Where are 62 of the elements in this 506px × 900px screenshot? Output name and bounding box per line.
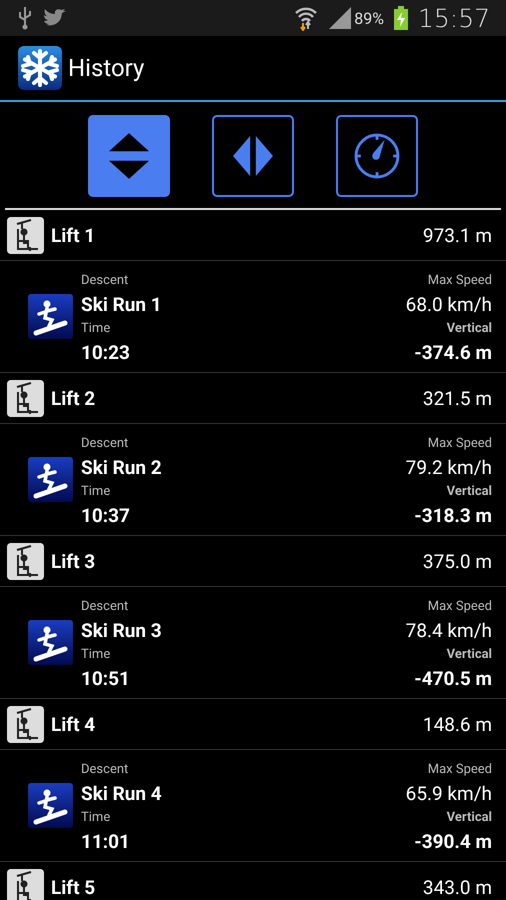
chairlift-icon xyxy=(7,216,44,254)
battery-icon xyxy=(394,6,408,30)
max-speed-label: Max Speed xyxy=(428,272,492,290)
signal-icon xyxy=(328,6,352,30)
time-label: Time xyxy=(81,808,112,826)
battery-percent: 89% xyxy=(354,8,384,28)
usb-icon xyxy=(18,6,32,30)
max-speed-value: 78.4 km/h xyxy=(406,618,492,642)
lift-distance: 321.5 m xyxy=(422,386,492,410)
vertical-label: Vertical xyxy=(446,646,492,664)
view-mode-button[interactable] xyxy=(88,115,170,197)
snowboarder-icon xyxy=(28,457,73,502)
lift-name: Lift 2 xyxy=(51,386,96,410)
lift-distance: 973.1 m xyxy=(422,224,492,246)
descent-label: Descent xyxy=(81,760,130,778)
snowboarder-icon xyxy=(28,294,73,339)
chairlift-icon xyxy=(7,542,44,580)
view-mode-button[interactable] xyxy=(336,115,418,197)
lift-distance: 148.6 m xyxy=(422,712,492,736)
descent-label: Descent xyxy=(81,598,130,616)
lift-distance: 375.0 m xyxy=(422,550,492,572)
run-time: 10:51 xyxy=(81,666,131,690)
chairlift-icon xyxy=(7,380,44,416)
max-speed-label: Max Speed xyxy=(428,434,492,452)
run-name: Ski Run 3 xyxy=(81,618,162,642)
chairlift-icon xyxy=(7,706,44,742)
run-name: Ski Run 4 xyxy=(81,782,162,806)
max-speed-label: Max Speed xyxy=(428,598,492,616)
vertical-value: -470.5 m xyxy=(414,666,492,690)
snowboarder-icon xyxy=(28,620,73,665)
max-speed-value: 68.0 km/h xyxy=(406,292,492,316)
snowflake-icon xyxy=(18,46,62,90)
descent-label: Descent xyxy=(81,434,130,452)
vertical-label: Vertical xyxy=(446,808,492,826)
lift-name: Lift 5 xyxy=(51,876,96,898)
time-label: Time xyxy=(81,320,112,338)
vertical-value: -374.6 m xyxy=(414,340,492,364)
max-speed-value: 79.2 km/h xyxy=(406,456,492,480)
vertical-label: Vertical xyxy=(446,320,492,338)
lift-name: Lift 1 xyxy=(51,224,96,246)
snowboarder-icon xyxy=(28,783,73,828)
vertical-value: -390.4 m xyxy=(414,830,492,854)
vertical-label: Vertical xyxy=(446,482,492,500)
lift-name: Lift 4 xyxy=(51,712,96,736)
time-label: Time xyxy=(81,646,112,664)
chairlift-icon xyxy=(7,868,44,900)
run-time: 10:37 xyxy=(81,504,131,528)
screen-title: History xyxy=(68,54,144,82)
run-name: Ski Run 1 xyxy=(81,292,162,316)
max-speed-value: 65.9 km/h xyxy=(406,782,492,806)
view-mode-button[interactable] xyxy=(212,115,294,197)
time-label: Time xyxy=(81,482,112,500)
lift-distance: 343.0 m xyxy=(422,876,492,898)
run-name: Ski Run 2 xyxy=(81,456,162,480)
descent-label: Descent xyxy=(81,272,130,290)
max-speed-label: Max Speed xyxy=(428,760,492,778)
run-time: 11:01 xyxy=(81,830,131,854)
vertical-value: -318.3 m xyxy=(414,504,492,528)
lift-name: Lift 3 xyxy=(51,550,96,572)
wifi-icon xyxy=(294,5,318,31)
run-time: 10:23 xyxy=(81,340,131,364)
clock: 15:57 xyxy=(418,4,490,32)
